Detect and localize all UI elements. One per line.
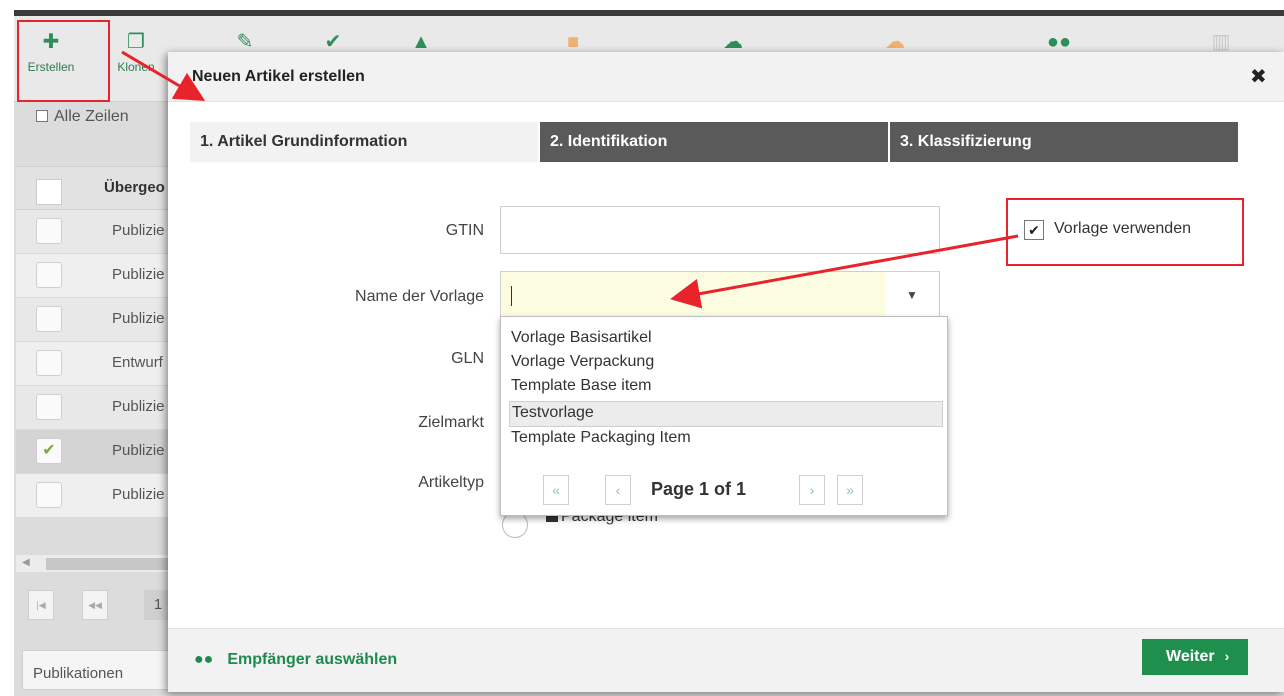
download-button[interactable]: ☁ (860, 30, 930, 54)
users-icon: ●● (1046, 31, 1072, 53)
select-recipients-label: Empfänger auswählen (227, 651, 398, 668)
table-row[interactable]: Publizie (16, 386, 176, 430)
dropdown-pager: « ‹ Page 1 of 1 › » (543, 475, 883, 505)
use-template-highlight-box (1006, 198, 1244, 266)
flag-icon: ■ (566, 31, 580, 53)
dialog-title: Neuen Artikel erstellen (192, 68, 365, 85)
dropdown-option[interactable]: Template Base item (509, 375, 943, 401)
table-row[interactable]: Publizie (16, 210, 176, 254)
next-page-icon[interactable]: › (799, 475, 825, 505)
row-status: Publizie (112, 310, 165, 327)
template-dropdown-list: Vorlage Basisartikel Vorlage Verpackung … (500, 316, 948, 516)
first-page-button[interactable]: |◀ (28, 590, 54, 620)
gtin-input[interactable] (500, 206, 940, 254)
row-status: Publizie (112, 398, 165, 415)
thumbs-up-icon: ▲ (411, 31, 431, 53)
select-all-rows[interactable]: Alle Zeilen (36, 108, 129, 126)
next-button[interactable]: Weiter › (1142, 639, 1248, 675)
step-identification[interactable]: 2. Identifikation (540, 122, 888, 162)
last-page-icon[interactable]: » (837, 475, 863, 505)
target-market-label: Zielmarkt (418, 414, 484, 431)
top-bar (0, 0, 1284, 16)
table-row[interactable]: Publizie (16, 474, 176, 518)
cloud-download-icon: ☁ (885, 31, 905, 53)
grid-pager: |◀ ◀◀ 1 (16, 590, 176, 630)
delete-button[interactable]: ▥ (1186, 30, 1256, 54)
row-status: Entwurf (112, 354, 163, 371)
scroll-left-icon[interactable]: ◀ (22, 557, 30, 568)
thumbs-up-button[interactable]: ▲ (386, 30, 456, 54)
row-status: Publizie (112, 442, 165, 459)
row-checkbox-checked[interactable]: ✔ (36, 438, 62, 464)
row-status: Publizie (112, 486, 165, 503)
step-classification[interactable]: 3. Klassifizierung (890, 122, 1238, 162)
upload-button[interactable]: ☁ (698, 30, 768, 54)
template-name-label: Name der Vorlage (355, 288, 484, 305)
check-icon: ✔ (324, 31, 342, 53)
create-article-dialog: Neuen Artikel erstellen ✖ 1. Artikel Gru… (168, 52, 1284, 692)
gtin-label: GTIN (445, 222, 484, 239)
row-checkbox[interactable] (36, 350, 62, 376)
article-grid: Übergeo Publizie Publizie Publizie Entwu… (16, 166, 176, 518)
grid-header-label: Übergeo (104, 179, 165, 196)
row-checkbox[interactable] (36, 394, 62, 420)
wizard-steps: 1. Artikel Grundinformation 2. Identifik… (190, 122, 1238, 162)
header-checkbox[interactable] (36, 179, 62, 205)
table-row[interactable]: Publizie (16, 254, 176, 298)
table-row-selected[interactable]: ✔ Publizie (16, 430, 176, 474)
table-row[interactable]: Publizie (16, 298, 176, 342)
next-button-label: Weiter (1166, 648, 1215, 665)
row-status: Publizie (112, 266, 165, 283)
pencil-icon: ✎ (236, 31, 254, 53)
dropdown-option-highlighted[interactable]: Testvorlage (509, 401, 943, 427)
first-page-icon[interactable]: « (543, 475, 569, 505)
row-checkbox[interactable] (36, 306, 62, 332)
flag-button[interactable]: ■ (538, 30, 608, 54)
approve-button[interactable]: ✔ (298, 30, 368, 54)
grid-header: Übergeo (16, 166, 176, 210)
row-checkbox[interactable] (36, 262, 62, 288)
prev-page-icon[interactable]: ‹ (605, 475, 631, 505)
edit-button[interactable]: ✎ (210, 30, 280, 54)
clone-label: Klonen (117, 60, 155, 74)
row-checkbox[interactable] (36, 482, 62, 508)
row-status: Publizie (112, 222, 165, 239)
horizontal-scrollbar[interactable]: ◀ (16, 554, 176, 572)
page-indicator: Page 1 of 1 (651, 479, 747, 499)
clone-icon: ❐ (127, 31, 145, 53)
close-icon[interactable]: ✖ (1250, 64, 1267, 89)
scrollbar-thumb[interactable] (46, 558, 172, 570)
row-checkbox[interactable] (36, 218, 62, 244)
chevron-down-icon[interactable]: ▼ (885, 272, 939, 318)
dropdown-option[interactable]: Template Packaging Item (509, 427, 943, 453)
users-button[interactable]: ●● (1024, 30, 1094, 54)
trash-icon: ▥ (1211, 31, 1231, 53)
select-all-label: Alle Zeilen (54, 108, 129, 125)
dialog-footer: ●● Empfänger auswählen Weiter › (168, 628, 1284, 692)
users-icon: ●● (194, 651, 214, 668)
chevron-right-icon: › (1224, 648, 1230, 664)
select-recipients-link[interactable]: ●● Empfänger auswählen (194, 651, 397, 669)
table-row[interactable]: Entwurf (16, 342, 176, 386)
select-all-checkbox[interactable] (36, 110, 48, 122)
dropdown-option[interactable]: Vorlage Basisartikel (509, 327, 943, 353)
prev-page-button[interactable]: ◀◀ (82, 590, 108, 620)
clone-button[interactable]: ❐ Klonen (106, 30, 166, 74)
template-name-combobox[interactable]: ▼ (500, 271, 940, 319)
create-highlight-box (17, 20, 110, 102)
tab-publications[interactable]: Publikationen (22, 650, 172, 690)
cloud-upload-icon: ☁ (723, 31, 743, 53)
dropdown-option[interactable]: Vorlage Verpackung (509, 351, 943, 377)
text-cursor (511, 286, 512, 306)
gln-label: GLN (451, 350, 484, 367)
dialog-header: Neuen Artikel erstellen ✖ (168, 52, 1284, 102)
step-basic-info[interactable]: 1. Artikel Grundinformation (190, 122, 538, 162)
article-type-label: Artikeltyp (418, 474, 484, 491)
